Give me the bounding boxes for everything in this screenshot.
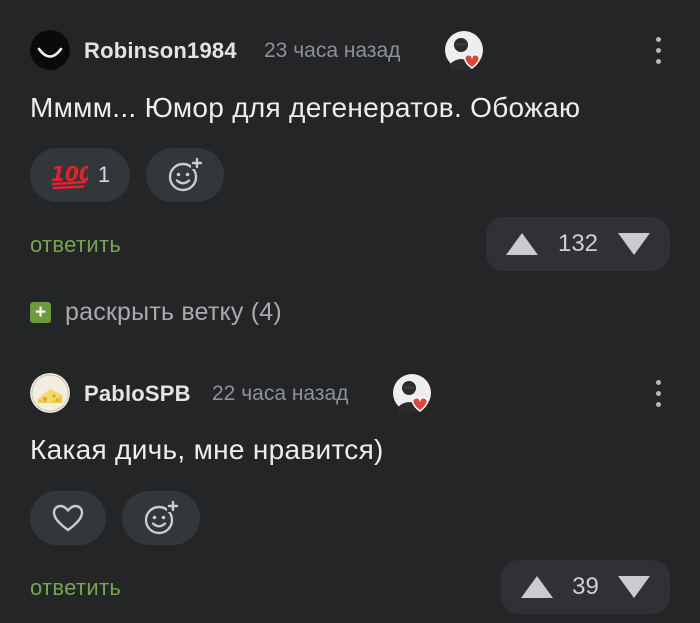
- reply-link[interactable]: ответить: [30, 575, 121, 601]
- comment-header: Robinson1984 23 часа назад: [30, 30, 670, 72]
- vote-controls: 132: [486, 217, 670, 271]
- more-options-icon[interactable]: [646, 375, 670, 411]
- upvote-arrow-icon[interactable]: [504, 231, 540, 257]
- add-reaction-button[interactable]: [146, 148, 224, 202]
- reaction-100-button[interactable]: 100 1: [30, 148, 130, 202]
- vote-count: 39: [572, 573, 599, 600]
- comment-timestamp[interactable]: 22 часа назад: [212, 382, 348, 406]
- heart-badge-icon: [444, 30, 484, 70]
- comment-text: Какая дичь, мне нравится): [30, 434, 384, 465]
- downvote-arrow-icon[interactable]: [616, 231, 652, 257]
- reply-link[interactable]: ответить: [30, 232, 121, 258]
- add-reaction-button[interactable]: [122, 491, 200, 545]
- upvote-arrow-icon[interactable]: [519, 574, 555, 600]
- vote-count: 132: [557, 230, 599, 257]
- user-avatar[interactable]: [30, 373, 70, 413]
- expand-thread-label: раскрыть ветку (4): [65, 297, 282, 326]
- hundred-points-icon: 100: [51, 162, 88, 190]
- like-button[interactable]: [30, 491, 106, 545]
- reaction-count: 1: [97, 162, 111, 187]
- expand-thread-button[interactable]: + раскрыть ветку (4): [30, 297, 282, 327]
- smile-plus-icon: [168, 157, 203, 192]
- comment-text: Мммм... Юмор для дегенератов. Обожаю: [30, 92, 581, 123]
- more-options-icon[interactable]: [646, 32, 670, 68]
- smile-plus-icon: [144, 500, 179, 535]
- user-avatar[interactable]: [30, 30, 70, 70]
- comment-timestamp[interactable]: 23 часа назад: [264, 39, 400, 63]
- heart-outline-icon: [52, 504, 84, 532]
- comment-header: PabloSPB 22 часа назад: [30, 373, 670, 415]
- username[interactable]: PabloSPB: [84, 381, 191, 407]
- downvote-arrow-icon[interactable]: [616, 574, 652, 600]
- username[interactable]: Robinson1984: [84, 38, 237, 64]
- plus-icon: +: [30, 301, 51, 323]
- vote-controls: 39: [501, 560, 670, 614]
- heart-badge-icon: [392, 373, 432, 413]
